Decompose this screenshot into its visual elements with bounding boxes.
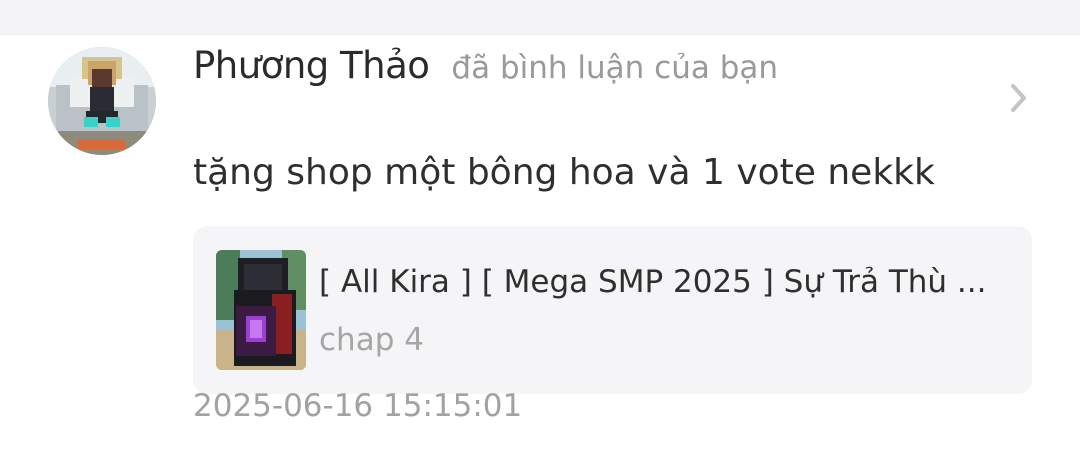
avatar-image bbox=[48, 47, 156, 155]
user-name-link[interactable]: Phương Thảo bbox=[193, 44, 430, 87]
chapter-label: chap 4 bbox=[319, 322, 424, 358]
user-avatar[interactable] bbox=[48, 47, 156, 155]
story-title: [ All Kira ] [ Mega SMP 2025 ] Sự Trả Th… bbox=[319, 264, 987, 300]
chevron-right-icon[interactable] bbox=[1004, 82, 1032, 114]
action-text: đã bình luận của bạn bbox=[451, 50, 779, 86]
comment-text: tặng shop một bông hoa và 1 vote nekkk bbox=[193, 152, 935, 193]
story-cover-image bbox=[216, 250, 306, 370]
top-separator-band bbox=[0, 0, 1080, 35]
notification-header: Phương Thảo đã bình luận của bạn bbox=[193, 44, 778, 88]
story-card[interactable]: [ All Kira ] [ Mega SMP 2025 ] Sự Trả Th… bbox=[193, 226, 1032, 394]
timestamp: 2025-06-16 15:15:01 bbox=[193, 388, 523, 424]
